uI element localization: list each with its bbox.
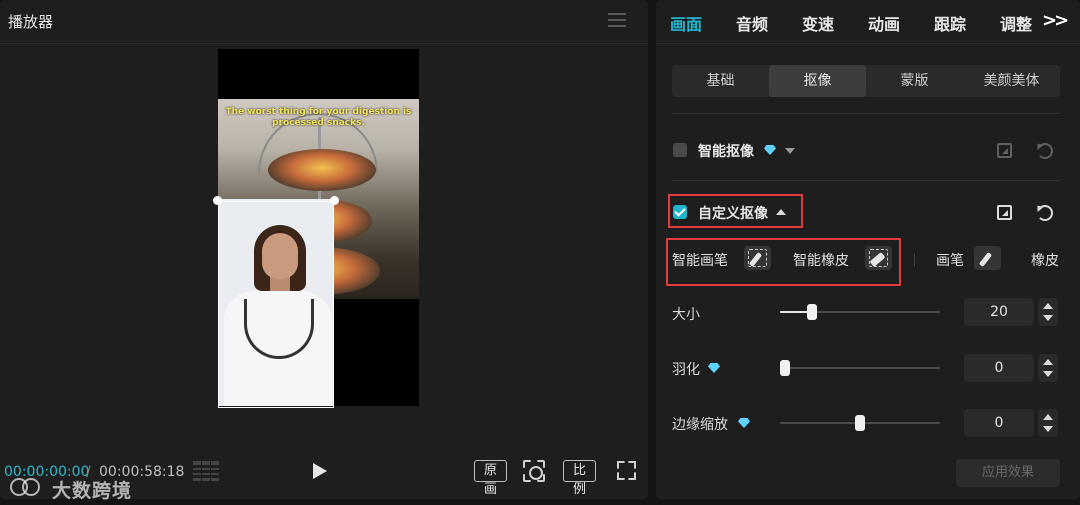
player-title: 播放器: [8, 13, 54, 31]
player-panel: 播放器 The worst thing for your digestion i…: [0, 0, 648, 502]
properties-panel: 画面 音频 变速 动画 跟踪 调整 >> 基础 抠像 蒙版 美颜美体 智能抠像 …: [656, 0, 1080, 499]
divider: [672, 180, 1060, 181]
timeline-grid-icon[interactable]: [193, 461, 221, 481]
edge-scale-input[interactable]: 0: [964, 409, 1034, 437]
divider: [672, 113, 1060, 114]
smart-cutout-checkbox[interactable]: [673, 143, 687, 157]
edge-scale-slider-knob[interactable]: [855, 415, 865, 431]
fullscreen-icon[interactable]: [617, 461, 636, 480]
size-slider-knob[interactable]: [807, 304, 817, 320]
eraser-label: 橡皮: [1031, 253, 1059, 269]
more-tabs-icon[interactable]: >>: [1042, 10, 1069, 31]
ratio-button[interactable]: 比例: [563, 460, 596, 497]
smart-cutout-label: 智能抠像: [698, 144, 754, 160]
focus-icon[interactable]: [523, 460, 545, 482]
resize-handle[interactable]: [330, 196, 339, 205]
feather-stepper[interactable]: [1038, 354, 1058, 382]
smart-eraser-label: 智能橡皮: [793, 253, 849, 269]
size-slider[interactable]: [780, 304, 940, 320]
resize-handle[interactable]: [213, 196, 222, 205]
reset-icon[interactable]: [1037, 143, 1053, 159]
original-quality-button[interactable]: 原画: [474, 460, 507, 497]
edge-scale-stepper[interactable]: [1038, 409, 1058, 437]
diamond-icon: [708, 363, 720, 373]
size-input[interactable]: 20: [964, 298, 1034, 326]
feather-label: 羽化: [672, 362, 700, 378]
play-icon[interactable]: [313, 463, 327, 479]
subtab-cutout[interactable]: 抠像: [769, 65, 866, 97]
keyframe-icon[interactable]: [997, 143, 1012, 158]
video-viewport[interactable]: The worst thing for your digestion is pr…: [0, 46, 648, 456]
diamond-icon: [738, 418, 750, 428]
tab-animation[interactable]: 动画: [868, 11, 900, 35]
size-label: 大小: [672, 307, 700, 323]
custom-cutout-label: 自定义抠像: [698, 206, 768, 222]
chevron-down-icon[interactable]: [785, 148, 795, 154]
subtab-mask[interactable]: 蒙版: [866, 65, 963, 97]
menu-icon[interactable]: [608, 13, 626, 27]
subtab-basic[interactable]: 基础: [672, 65, 769, 97]
brush-button[interactable]: [974, 246, 1001, 270]
reset-icon[interactable]: [1037, 205, 1053, 221]
tab-adjust[interactable]: 调整: [1000, 11, 1032, 35]
apply-effect-button[interactable]: 应用效果: [956, 459, 1060, 487]
snack-tier: [268, 149, 376, 191]
smart-brush-button[interactable]: [744, 246, 771, 270]
custom-cutout-checkbox[interactable]: [673, 205, 687, 219]
feather-slider[interactable]: [780, 360, 940, 376]
selection-box[interactable]: [218, 201, 334, 408]
diamond-icon: [764, 145, 776, 155]
chevron-up-icon[interactable]: [776, 209, 786, 215]
feather-input[interactable]: 0: [964, 354, 1034, 382]
player-controls: 00:00:00:00 / 00:00:58:18 原画 比例 大数跨境: [0, 456, 648, 502]
tab-picture[interactable]: 画面: [670, 11, 702, 35]
subtab-beauty[interactable]: 美颜美体: [963, 65, 1060, 97]
brush-icon: [978, 252, 993, 267]
tool-separator: [914, 253, 915, 267]
properties-tabs: 画面 音频 变速 动画 跟踪 调整 >>: [656, 0, 1080, 44]
tab-tracking[interactable]: 跟踪: [934, 11, 966, 35]
tab-speed[interactable]: 变速: [802, 11, 834, 35]
watermark-text: 大数跨境: [52, 480, 133, 502]
tab-audio[interactable]: 音频: [736, 11, 768, 35]
video-caption: The worst thing for your digestion is pr…: [225, 107, 412, 128]
size-stepper[interactable]: [1038, 298, 1058, 326]
smart-eraser-button[interactable]: [865, 246, 892, 270]
watermark-logo-icon: [10, 476, 46, 498]
keyframe-icon[interactable]: [997, 205, 1012, 220]
cutout-subtabs: 基础 抠像 蒙版 美颜美体: [672, 65, 1060, 97]
brush-label: 画笔: [936, 253, 964, 269]
feather-slider-knob[interactable]: [780, 360, 790, 376]
smart-brush-label: 智能画笔: [672, 253, 728, 269]
edge-scale-slider[interactable]: [780, 415, 940, 431]
edge-scale-label: 边缘缩放: [672, 417, 728, 433]
player-header: 播放器: [0, 0, 648, 44]
